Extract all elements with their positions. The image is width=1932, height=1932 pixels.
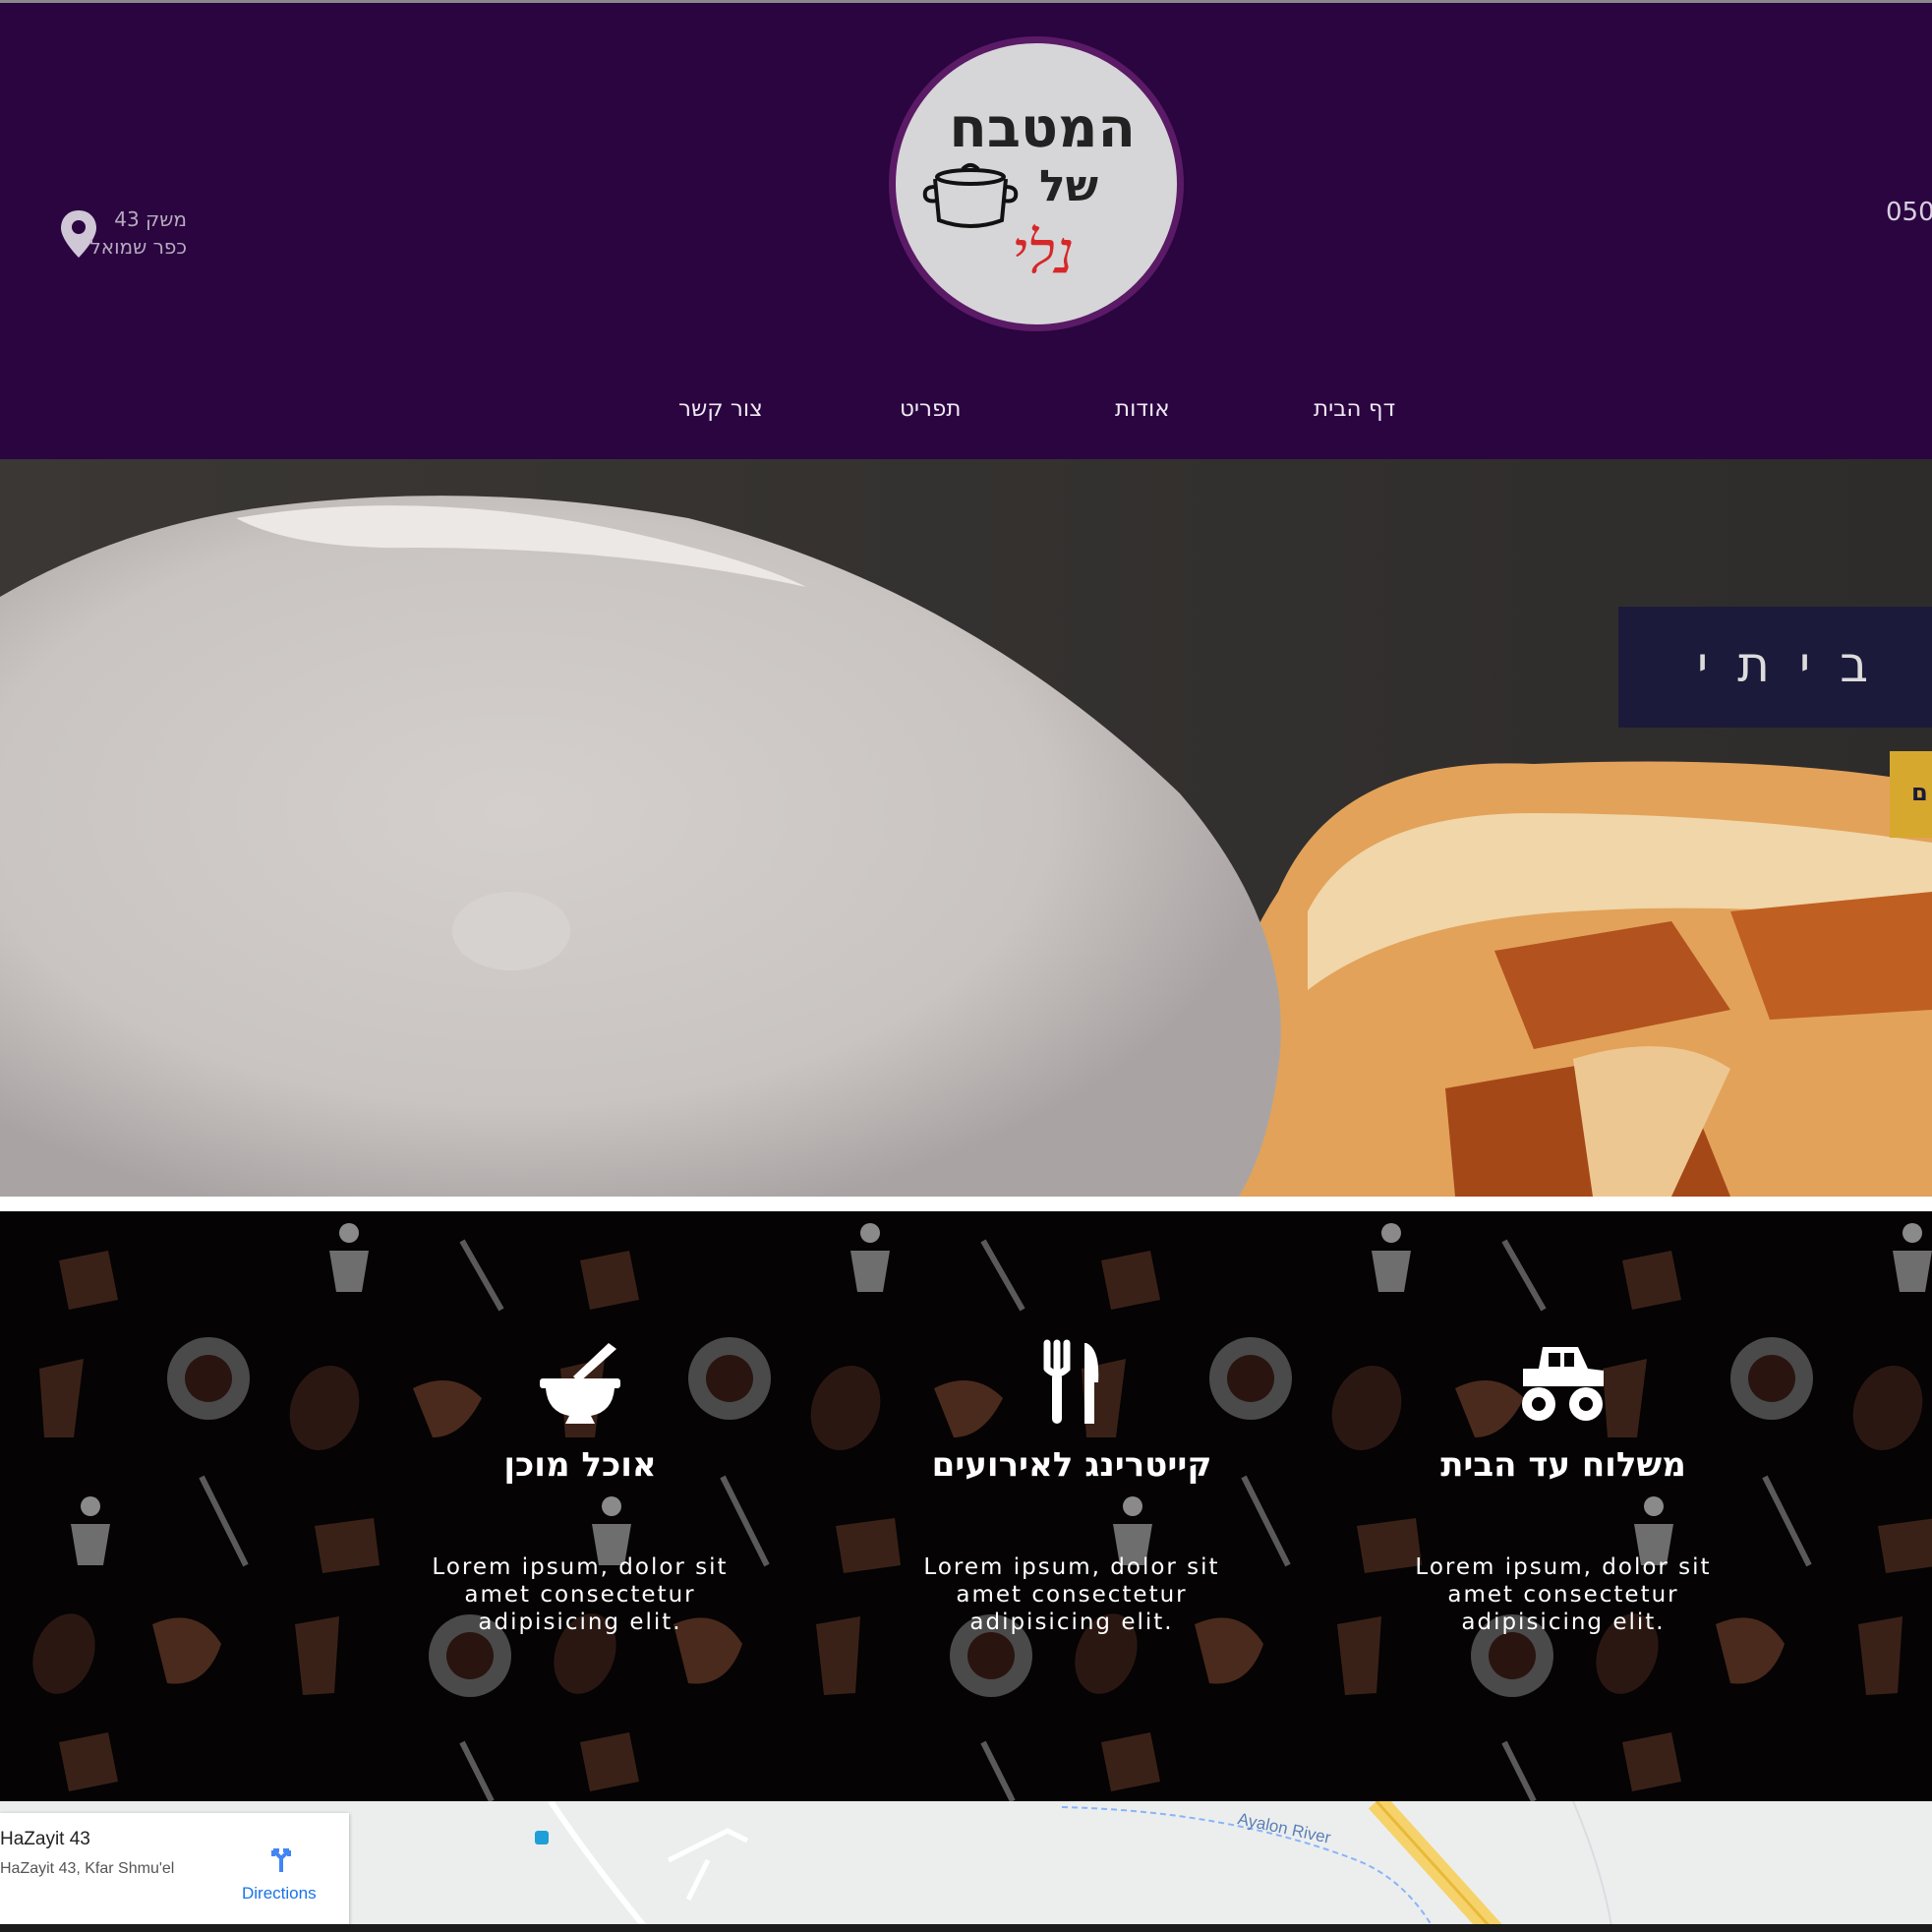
- main-nav: דף הבית אודות תפריט צור קשר: [0, 396, 1932, 436]
- service-delivery: משלוח עד הבית Lorem ipsum, dolor sit ame…: [1396, 1211, 1730, 1801]
- services-section: משלוח עד הבית Lorem ipsum, dolor sit ame…: [0, 1211, 1932, 1801]
- service-title: אוכל מוכן: [503, 1445, 657, 1485]
- directions-link[interactable]: Directions: [242, 1884, 317, 1903]
- service-title: משלוח עד הבית: [1440, 1445, 1686, 1485]
- service-title: קייטרינג לאירועים: [931, 1445, 1212, 1485]
- nav-item-home[interactable]: דף הבית: [1314, 396, 1395, 422]
- nav-item-menu[interactable]: תפריט: [900, 396, 962, 422]
- site-logo[interactable]: המטבח של נלי: [889, 36, 1184, 331]
- address-line-2: כפר שמואל: [89, 235, 187, 259]
- logo-text-name: נלי: [1012, 218, 1075, 287]
- hero-cta-button[interactable]: ם: [1890, 751, 1932, 838]
- service-description: Lorem ipsum, dolor sit amet consectetur …: [432, 1554, 729, 1635]
- cooking-pot-icon: [922, 163, 1019, 228]
- service-description: Lorem ipsum, dolor sit amet consectetur …: [1415, 1554, 1712, 1635]
- site-header: משק 43 כפר שמואל המטבח של נלי 050 דף הבי…: [0, 3, 1932, 459]
- place-name: HaZayit 43: [0, 1829, 90, 1849]
- section-divider: [0, 1197, 1932, 1211]
- place-address: HaZayit 43, Kfar Shmu'el: [0, 1860, 175, 1877]
- bottom-border: [0, 1924, 1932, 1932]
- map-place-card: HaZayit 43 HaZayit 43, Kfar Shmu'el Dire…: [0, 1813, 349, 1932]
- mortar-pestle-icon: [540, 1343, 620, 1424]
- logo-text-main: המטבח: [949, 96, 1136, 160]
- phone-number[interactable]: 050: [1886, 198, 1932, 227]
- hero-cta-label: ם: [1911, 779, 1928, 806]
- service-description: Lorem ipsum, dolor sit amet consectetur …: [923, 1554, 1220, 1635]
- hero-tagline: ל ביתי: [1697, 636, 1932, 693]
- nav-item-contact[interactable]: צור קשר: [678, 396, 763, 422]
- hero-banner: ל ביתי ם: [0, 459, 1932, 1197]
- service-catering: קייטרינג לאירועים Lorem ipsum, dolor sit…: [905, 1211, 1239, 1801]
- service-ready-food: אוכל מוכן Lorem ipsum, dolor sit amet co…: [413, 1211, 747, 1801]
- address-line-1: משק 43: [114, 207, 187, 231]
- embedded-map[interactable]: Ayalon River HaZayit 43 HaZayit 43, Kfar…: [0, 1801, 1932, 1932]
- hero-tagline-box: ל ביתי: [1618, 607, 1932, 728]
- directions-icon[interactable]: [267, 1843, 295, 1872]
- hero-image: [0, 459, 1932, 1197]
- address-block: משק 43 כפר שמואל: [59, 205, 197, 263]
- utensils-icon: [1043, 1339, 1099, 1424]
- logo-text-of: של: [1039, 161, 1098, 211]
- delivery-truck-icon: [1522, 1347, 1604, 1421]
- nav-item-about[interactable]: אודות: [1115, 396, 1170, 422]
